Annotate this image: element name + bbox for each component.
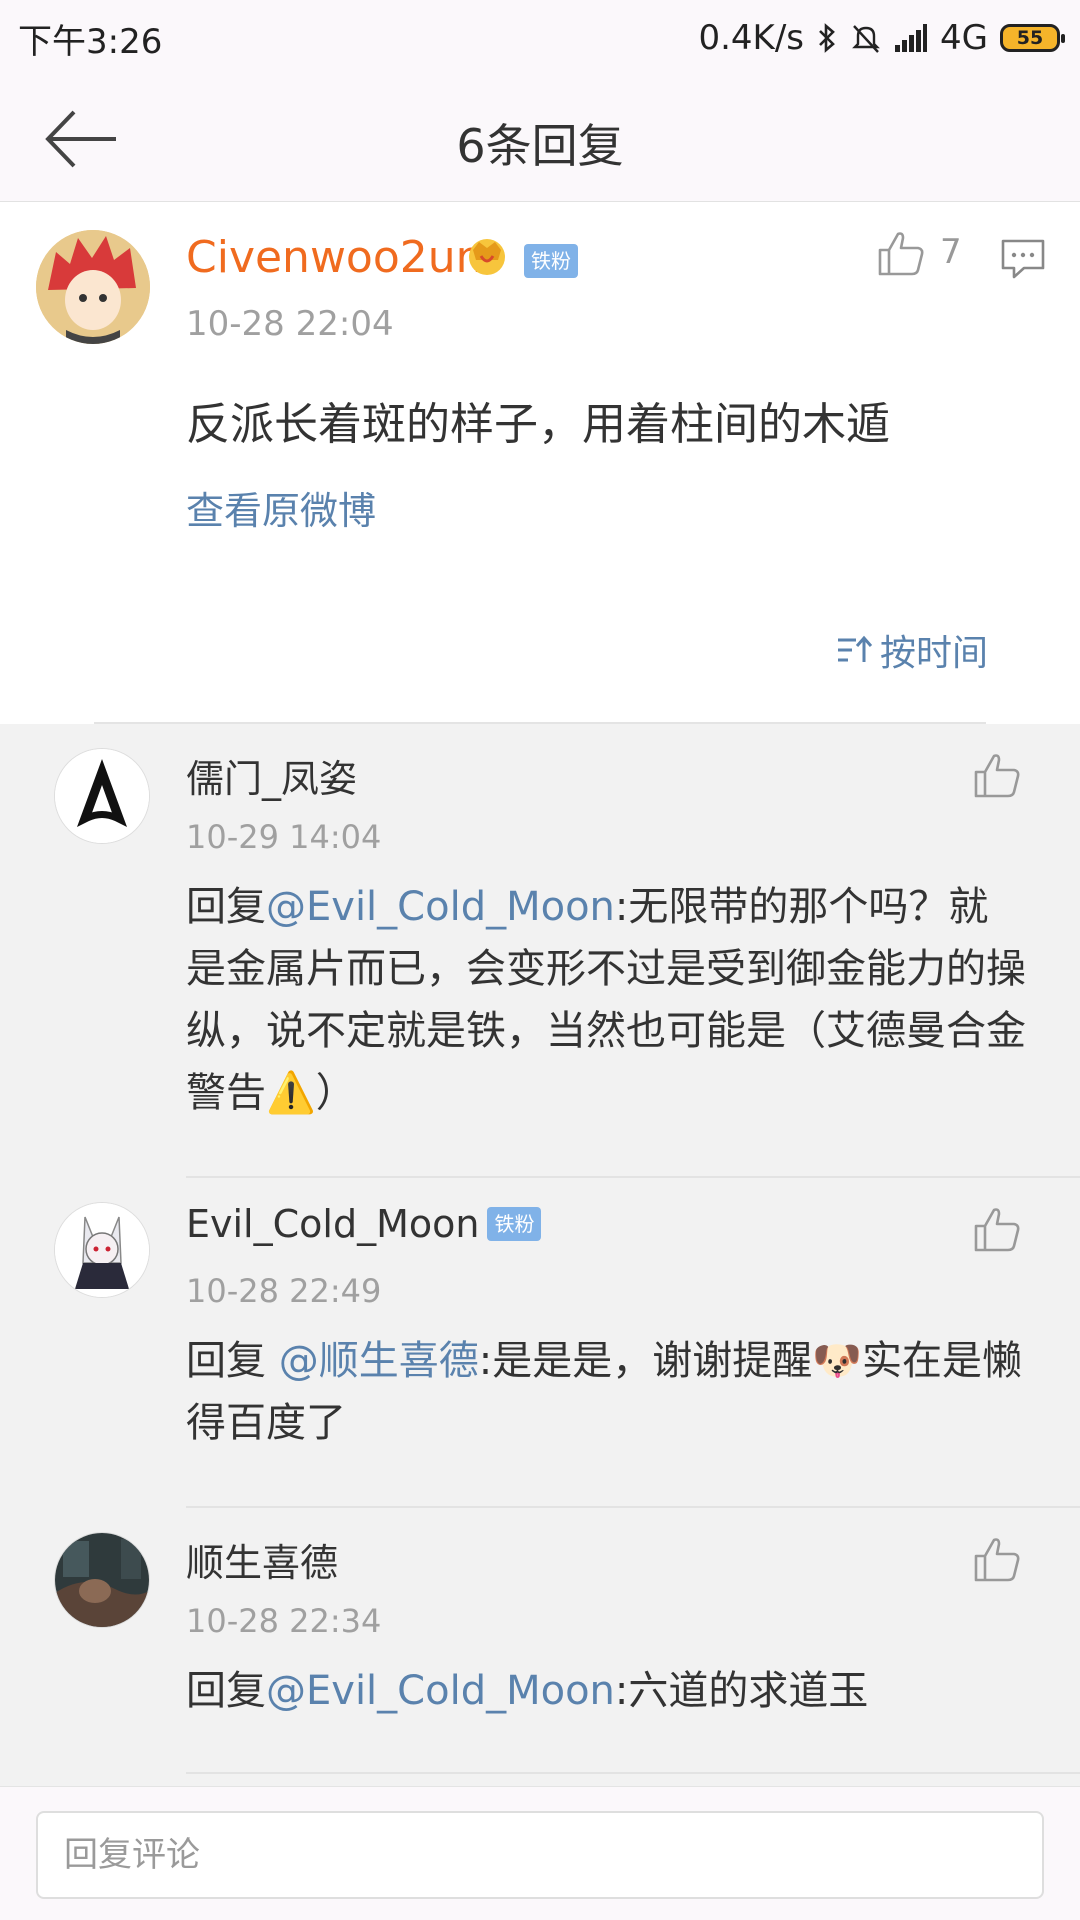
mention-link[interactable]: @顺生喜德	[279, 1338, 479, 1384]
sort-button[interactable]: 按时间	[836, 624, 988, 676]
signal-icon	[895, 24, 928, 52]
main-comment: Civenwoo2un 铁粉 10-28 22:04 7 反派长着斑的样子，用着…	[0, 202, 1080, 724]
reply-time: 10-28 22:34	[186, 1602, 382, 1640]
status-indicators: 0.4K/s 4G 55	[698, 18, 1065, 58]
crown-badge-icon	[469, 239, 505, 275]
bluetooth-icon	[819, 23, 835, 53]
mention-link[interactable]: @Evil_Cold_Moon	[266, 884, 615, 930]
net-speed: 0.4K/s	[698, 18, 805, 58]
avatar-image	[55, 1203, 149, 1297]
like-count: 7	[940, 232, 962, 272]
reply-prefix: 回复	[186, 884, 266, 930]
username[interactable]: 儒门_凤姿	[186, 748, 357, 803]
mute-bell-icon	[852, 25, 880, 53]
divider	[186, 1772, 1080, 1774]
sort-label: 按时间	[880, 633, 989, 674]
nav-bar: 6条回复	[0, 76, 1080, 202]
thumbs-up-icon[interactable]	[972, 1204, 1022, 1254]
thumbs-up-icon[interactable]	[972, 750, 1022, 800]
reply-prefix: 回复	[186, 1338, 279, 1384]
avatar[interactable]	[54, 748, 150, 844]
comment-time: 10-28 22:04	[186, 304, 394, 344]
reply-comment-input[interactable]	[36, 1811, 1044, 1899]
mention-link[interactable]: @Evil_Cold_Moon	[266, 1668, 615, 1714]
username[interactable]: 顺生喜德	[186, 1532, 338, 1587]
reply-time: 10-29 14:04	[186, 818, 382, 856]
username-text: 儒门_凤姿	[186, 757, 358, 801]
page-title: 6条回复	[456, 119, 624, 173]
reply-prefix: 回复	[186, 1668, 266, 1714]
thumbs-up-icon[interactable]	[876, 228, 926, 278]
reply-text: 回复@Evil_Cold_Moon:无限带的那个吗？就是金属片而已，会变形不过是…	[186, 876, 1026, 1124]
username-text: Evil_Cold_Moon	[186, 1202, 480, 1246]
username[interactable]: Evil_Cold_Moon 铁粉	[186, 1202, 542, 1246]
avatar[interactable]	[54, 1202, 150, 1298]
status-time: 下午3:26	[18, 21, 163, 62]
reply-text: 回复 @顺生喜德:是是是，谢谢提醒🐶实在是懒得百度了	[186, 1330, 1026, 1454]
avatar[interactable]	[54, 1532, 150, 1628]
divider	[186, 1506, 1080, 1508]
reply-body: :六道的求道玉	[614, 1668, 869, 1714]
reply-text: 回复@Evil_Cold_Moon:六道的求道玉	[186, 1660, 1026, 1722]
divider	[186, 1176, 1080, 1178]
sort-icon	[838, 635, 873, 662]
battery-icon: 55	[1000, 24, 1065, 52]
avatar-image	[55, 749, 149, 843]
fan-badge: 铁粉	[487, 1207, 542, 1241]
reply-input-bar	[0, 1786, 1080, 1920]
avatar-image	[55, 1533, 149, 1627]
comment-text: 反派长着斑的样子，用着柱间的木遁	[186, 399, 890, 450]
avatar[interactable]	[36, 230, 150, 344]
reply-list: 儒门_凤姿 10-29 14:04 回复@Evil_Cold_Moon:无限带的…	[0, 724, 1080, 1786]
view-original-link[interactable]: 查看原微博	[186, 480, 376, 535]
avatar-image	[36, 230, 150, 344]
battery-level: 55	[1016, 27, 1044, 49]
comment-icon[interactable]	[1000, 238, 1046, 280]
fan-badge: 铁粉	[524, 244, 578, 278]
reply-time: 10-28 22:49	[186, 1272, 382, 1310]
network-type: 4G	[940, 18, 988, 58]
thumbs-up-icon[interactable]	[972, 1534, 1022, 1584]
status-bar: 下午3:26 0.4K/s 4G 55	[0, 0, 1080, 76]
username-text: 顺生喜德	[186, 1541, 339, 1585]
username[interactable]: Civenwoo2un	[186, 232, 484, 283]
